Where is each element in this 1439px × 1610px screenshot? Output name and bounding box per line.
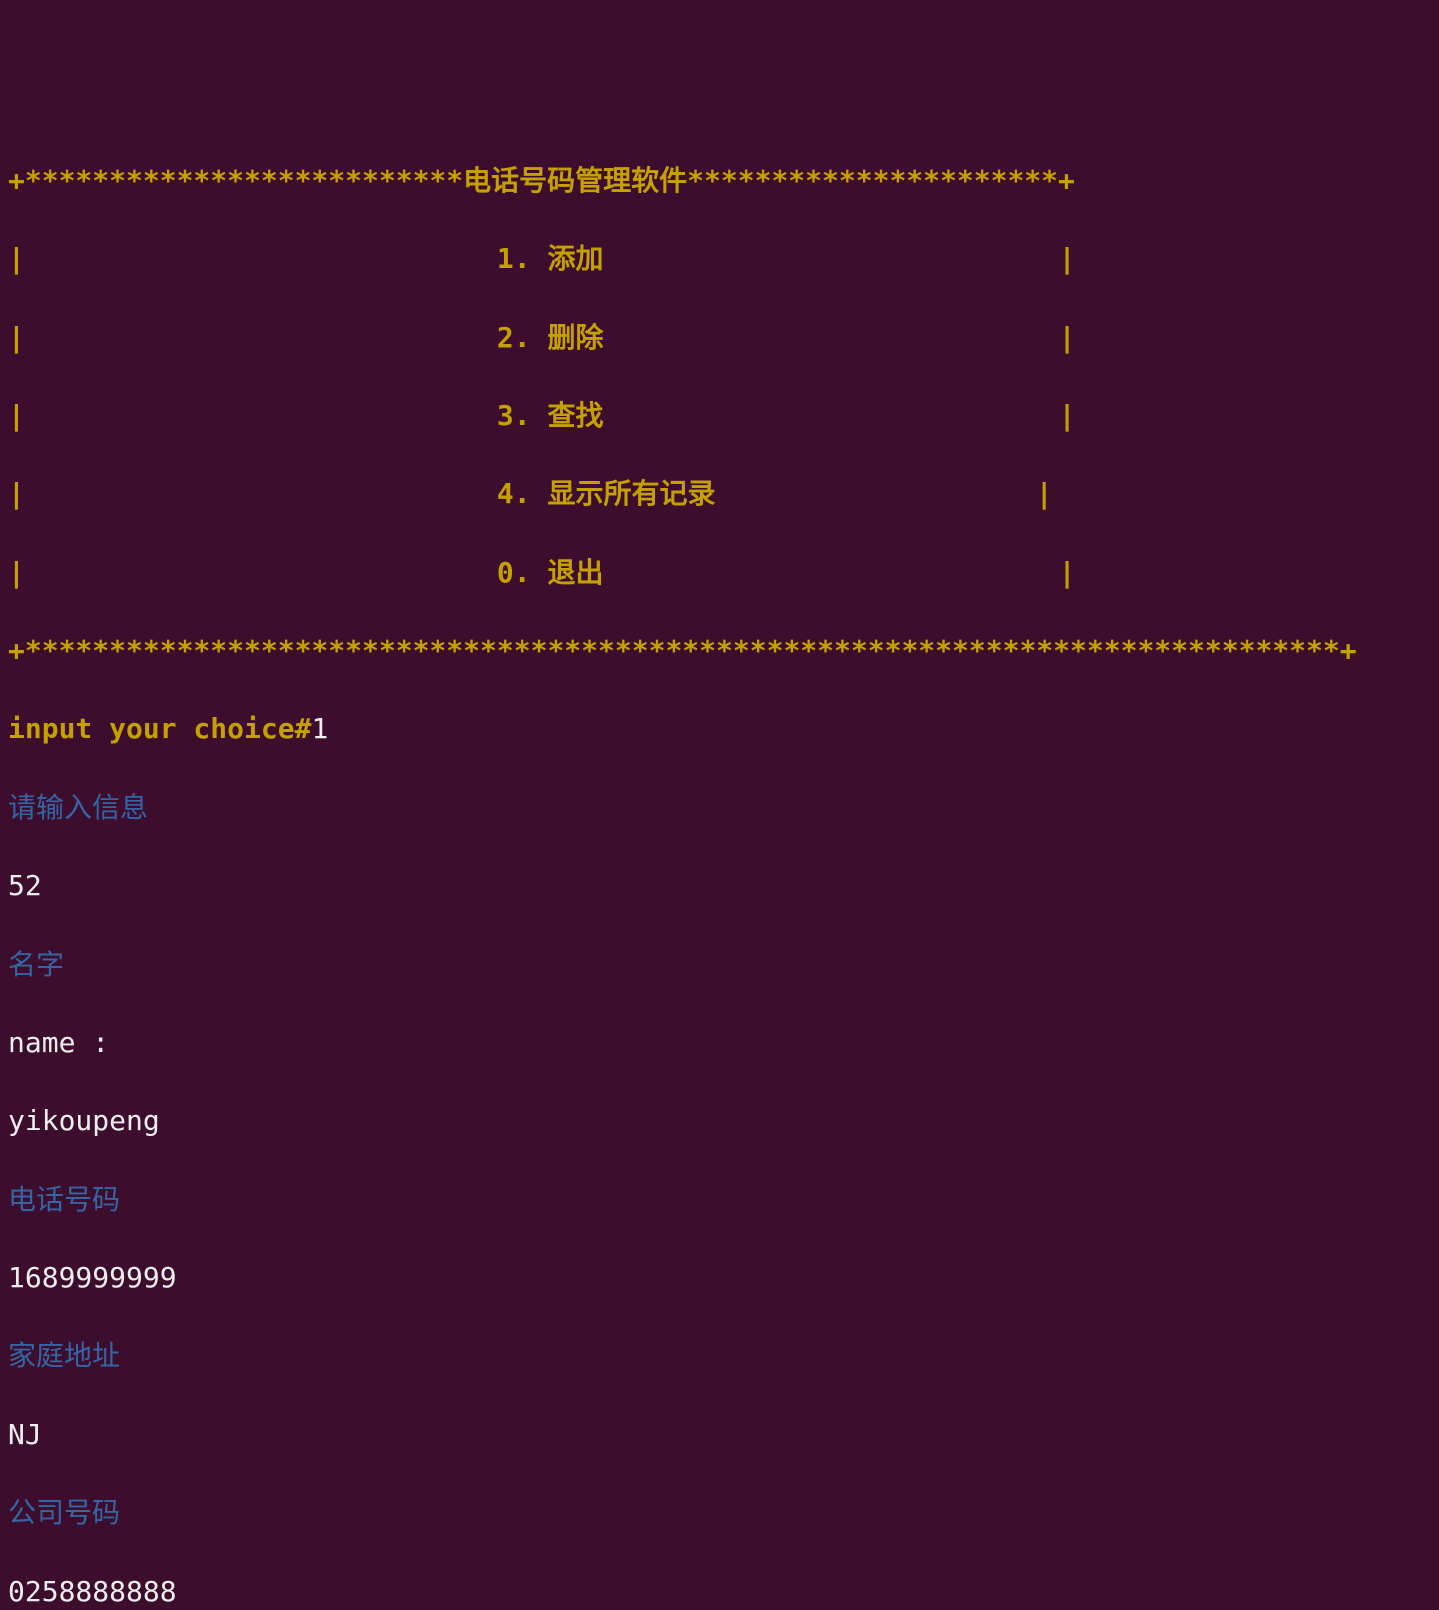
- phone-value: 1689999999: [8, 1258, 1431, 1297]
- menu-item-show-all: | 4. 显示所有记录 |: [8, 474, 1431, 513]
- header-bottom-border: +***************************************…: [8, 631, 1431, 670]
- name-label-en: name :: [8, 1023, 1431, 1062]
- input-prompt-value[interactable]: 1: [311, 712, 328, 745]
- phone-label: 电话号码: [8, 1180, 1431, 1219]
- company-label: 公司号码: [8, 1493, 1431, 1532]
- menu-item-search: | 3. 查找 |: [8, 396, 1431, 435]
- menu-item-exit: | 0. 退出 |: [8, 553, 1431, 592]
- company-value: 0258888888: [8, 1572, 1431, 1610]
- info-header: 请输入信息: [8, 788, 1431, 827]
- menu-item-add: | 1. 添加 |: [8, 239, 1431, 278]
- name-value: yikoupeng: [8, 1101, 1431, 1140]
- menu-item-delete: | 2. 删除 |: [8, 318, 1431, 357]
- header-top-border: +**************************电话号码管理软件*****…: [8, 161, 1431, 200]
- address-value: NJ: [8, 1415, 1431, 1454]
- input-prompt-label: input your choice#: [8, 712, 311, 745]
- id-value: 52: [8, 866, 1431, 905]
- address-label: 家庭地址: [8, 1336, 1431, 1375]
- name-label-cn: 名字: [8, 945, 1431, 984]
